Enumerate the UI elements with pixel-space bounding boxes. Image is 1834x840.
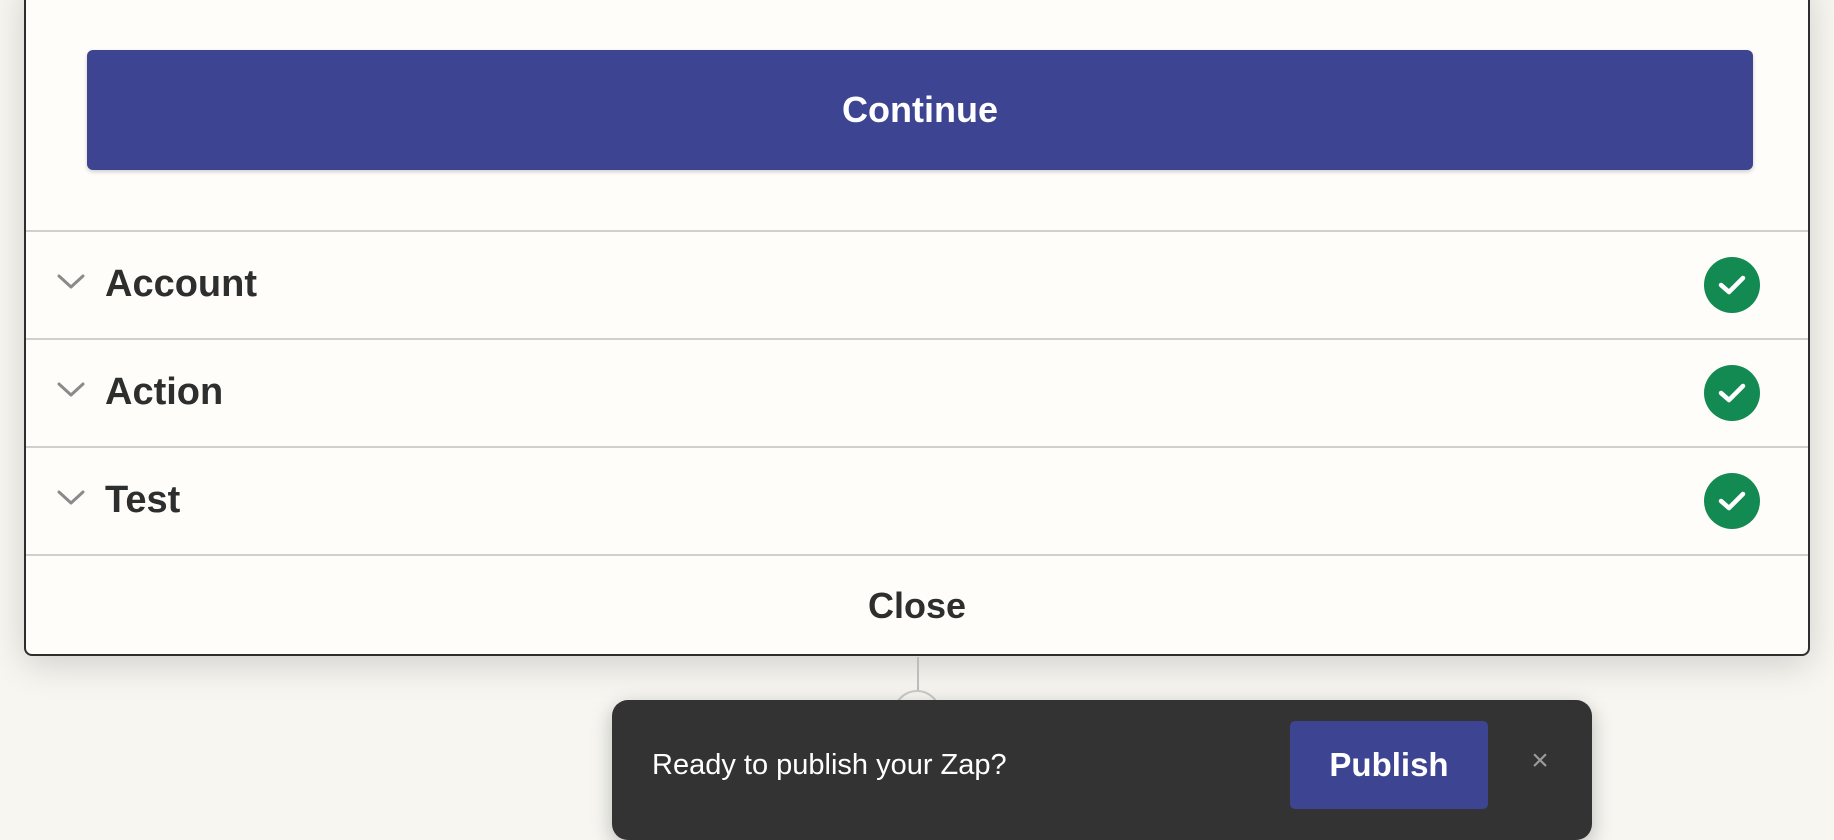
section-label: Action bbox=[105, 371, 224, 413]
continue-button[interactable]: Continue bbox=[87, 50, 1753, 170]
toast-message: Ready to publish your Zap? bbox=[652, 748, 1007, 781]
check-circle-icon bbox=[1704, 473, 1760, 529]
close-button[interactable]: Close bbox=[26, 554, 1808, 654]
check-circle-icon bbox=[1704, 365, 1760, 421]
section-account[interactable]: Account bbox=[26, 230, 1808, 337]
section-label: Test bbox=[105, 479, 181, 521]
publish-toast: Ready to publish your Zap? Publish × bbox=[612, 700, 1592, 840]
chevron-down-icon[interactable] bbox=[56, 272, 86, 292]
step-editor-panel: Continue Account Action Test Close bbox=[24, 0, 1810, 656]
chevron-down-icon[interactable] bbox=[56, 488, 86, 508]
close-icon[interactable]: × bbox=[1523, 744, 1557, 778]
clipped-description-text bbox=[86, 0, 486, 6]
section-action[interactable]: Action bbox=[26, 338, 1808, 445]
section-label: Account bbox=[105, 263, 257, 305]
section-test[interactable]: Test bbox=[26, 446, 1808, 553]
publish-button[interactable]: Publish bbox=[1290, 721, 1488, 809]
chevron-down-icon[interactable] bbox=[56, 380, 86, 400]
check-circle-icon bbox=[1704, 257, 1760, 313]
